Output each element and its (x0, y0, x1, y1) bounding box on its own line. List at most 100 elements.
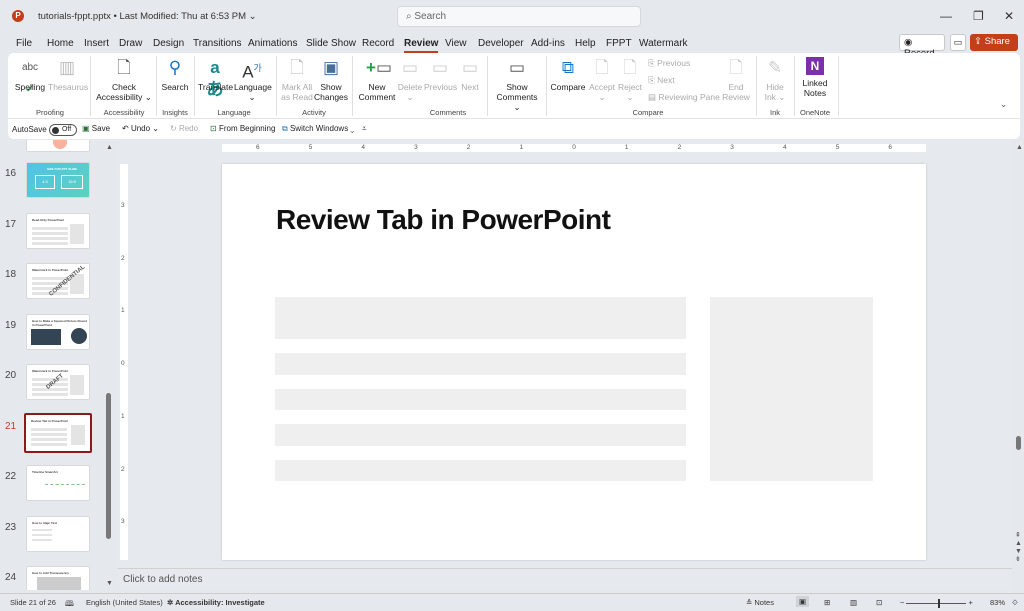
language-status[interactable]: English (United States) (86, 598, 163, 607)
end-review-button[interactable]: 🗋 End Review (720, 57, 752, 102)
content-placeholder[interactable] (275, 297, 686, 339)
accept-button[interactable]: 🗋 Accept ⌄ (588, 57, 616, 102)
content-placeholder[interactable] (275, 353, 686, 375)
prev-next-slide-icon[interactable]: ⇞ ▲ ▼ ⇟ (1015, 532, 1022, 564)
document-title[interactable]: tutorials-fppt.pptx • Last Modified: Thu… (38, 11, 257, 22)
slideshow-icon[interactable]: ⊡ (876, 598, 882, 607)
hide-ink-button[interactable]: ✎ Hide Ink ⌄ (760, 57, 790, 102)
tab-record[interactable]: Record (362, 38, 394, 49)
autosave-toggle[interactable]: AutoSave Off (12, 124, 77, 136)
slide-thumbnail-23[interactable]: How to Align Text (26, 515, 90, 552)
image-placeholder[interactable] (710, 297, 873, 481)
notes-pane[interactable]: Click to add notes (118, 568, 1012, 590)
scroll-up-icon[interactable]: ▲ (1016, 144, 1023, 151)
thesaurus-button[interactable]: ▥ Thesaurus (48, 57, 88, 92)
reading-view-icon[interactable]: ▥ (850, 598, 857, 607)
content-placeholder[interactable] (275, 389, 686, 410)
comment-icon[interactable]: ▭ (950, 34, 966, 51)
tab-fppt[interactable]: FPPT (606, 38, 632, 49)
tab-view[interactable]: View (445, 38, 467, 49)
thumbnail-scrollbar[interactable]: ▲ ▼ (104, 140, 116, 590)
reviewing-pane-button[interactable]: ▤ Reviewing Pane (648, 92, 720, 103)
tab-insert[interactable]: Insert (84, 38, 109, 49)
horizontal-ruler[interactable]: 6 5 4 3 2 1 0 1 2 3 4 5 6 (222, 144, 926, 152)
tab-slide-show[interactable]: Slide Show (306, 38, 356, 49)
tab-add-ins[interactable]: Add-ins (531, 38, 565, 49)
collapse-ribbon-icon[interactable]: ⌄ (1000, 99, 1007, 109)
slide-thumbnail-17[interactable]: Read Only PowerPoint (26, 212, 90, 249)
undo-button[interactable]: ↶ Undo ⌄ (122, 124, 159, 133)
normal-view-icon[interactable]: ▣ (796, 596, 810, 607)
show-comments-button[interactable]: ▭ Show Comments ⌄ (492, 57, 542, 112)
tab-draw[interactable]: Draw (119, 38, 142, 49)
next-change-button[interactable]: ⎘ Next (648, 75, 675, 86)
tab-review[interactable]: Review (404, 38, 439, 53)
accessibility-status[interactable]: ✲ Accessibility: Investigate (167, 598, 265, 607)
scroll-down-icon[interactable]: ▼ (106, 580, 113, 587)
search-button[interactable]: ⚲ Search (160, 57, 190, 92)
scrollbar-thumb[interactable] (1016, 436, 1021, 450)
previous-comment-button[interactable]: ▭ Previous (424, 57, 457, 92)
restore-button[interactable]: ❐ (973, 9, 984, 23)
zoom-level[interactable]: 83% (990, 598, 1005, 607)
content-placeholder[interactable] (275, 424, 686, 446)
language-button[interactable]: A가 Language ⌄ (234, 57, 272, 102)
tab-watermark[interactable]: Watermark (639, 38, 688, 49)
content-placeholder[interactable] (275, 460, 686, 481)
fit-to-window-icon[interactable]: ⟐ (1012, 598, 1018, 608)
mark-all-as-read-button[interactable]: 🗋 Mark All as Read (280, 57, 314, 102)
record-button[interactable]: ◉ Record (899, 34, 945, 59)
slide-thumbnail-18[interactable]: Watermark in PowerPoint CONFIDENTIAL (26, 263, 90, 299)
slide-thumbnail-19[interactable]: How to Make a Squared Picture Round in P… (26, 313, 90, 350)
slide-canvas[interactable]: Review Tab in PowerPoint (222, 164, 926, 560)
from-beginning-button[interactable]: ⊡ From Beginning (210, 124, 275, 133)
slide-sorter-icon[interactable]: ⊞ (824, 598, 830, 607)
switch-windows-button[interactable]: ⧉ Switch Windows ⌄ (282, 124, 354, 134)
ruler-label: 2 (121, 254, 125, 262)
check-accessibility-button[interactable]: 🗋 Check Accessibility ⌄ (94, 57, 154, 102)
redo-button[interactable]: ↻ Redo (170, 124, 198, 133)
close-button[interactable]: ✕ (1004, 9, 1014, 23)
translate-button[interactable]: aあ Translate (198, 57, 233, 99)
slide-thumbnail-24[interactable]: How to Add Transparency (26, 566, 90, 590)
search-box[interactable]: ⌕ Search (397, 6, 641, 27)
slide-thumbnail-22[interactable]: Timeline SmartArt (26, 465, 90, 501)
slide-thumbnail-16[interactable]: SIZE FOR PPT SLIDE 4:3 16:9 (26, 162, 90, 198)
slide-thumbnail-15[interactable] (26, 140, 90, 152)
slide-thumbnail-21[interactable]: Review Tab in PowerPoint (24, 412, 92, 453)
share-button[interactable]: ⇪ Share ⌄ (970, 34, 1018, 58)
previous-change-button[interactable]: ⎘ Previous (648, 58, 690, 69)
slide-thumbnail-20[interactable]: Watermark in PowerPoint DRAFT (26, 364, 90, 400)
reject-button[interactable]: 🗋 Reject ⌄ (616, 57, 644, 102)
compare-button[interactable]: ⧉ Compare (550, 57, 586, 92)
new-comment-button[interactable]: +▭ New Comment (358, 57, 396, 102)
label: Language (234, 82, 272, 92)
tab-design[interactable]: Design (153, 38, 184, 49)
spelling-button[interactable]: abc ✓ Spelling (14, 57, 46, 95)
tab-help[interactable]: Help (575, 38, 596, 49)
toggle-switch[interactable]: Off (48, 124, 77, 136)
tab-developer[interactable]: Developer (478, 38, 524, 49)
save-button[interactable]: ▣ Save (82, 124, 110, 133)
linked-notes-button[interactable]: N Linked Notes (798, 57, 832, 98)
tab-animations[interactable]: Animations (248, 38, 297, 49)
next-comment-button[interactable]: ▭ Next (458, 57, 482, 92)
slide-number: 22 (5, 471, 17, 482)
scrollbar-thumb[interactable] (106, 393, 111, 539)
label: Delete (397, 82, 423, 92)
new-comment-icon: +▭ (366, 58, 392, 77)
zoom-slider[interactable]: − + (900, 598, 973, 608)
notes-button[interactable]: ≙ Notes (746, 598, 774, 607)
customize-toolbar-icon[interactable]: ⩡ (362, 124, 367, 134)
minimize-button[interactable]: — (940, 9, 952, 23)
scroll-up-icon[interactable]: ▲ (106, 144, 113, 151)
slide-title[interactable]: Review Tab in PowerPoint (276, 204, 611, 236)
vertical-ruler[interactable]: 3 2 1 0 1 2 3 (120, 164, 128, 560)
editor-scrollbar[interactable]: ▲ ⇞ ▲ ▼ ⇟ (1012, 140, 1024, 590)
show-changes-button[interactable]: ▣ Show Changes (314, 57, 348, 102)
delete-comment-button[interactable]: ▭ Delete ⌄ (396, 57, 424, 102)
tab-file[interactable]: File (16, 38, 32, 49)
tab-home[interactable]: Home (47, 38, 74, 49)
spellcheck-icon[interactable]: 🕮 (65, 598, 74, 611)
tab-transitions[interactable]: Transitions (193, 38, 242, 49)
